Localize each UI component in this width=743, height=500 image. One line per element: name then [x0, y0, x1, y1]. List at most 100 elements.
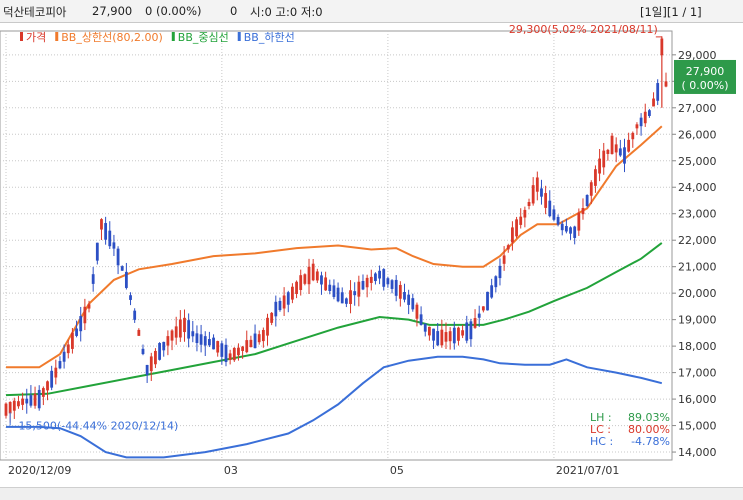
candle-body	[477, 313, 481, 318]
candle-body	[29, 395, 33, 406]
candle-body	[353, 291, 357, 296]
candle-body	[490, 285, 494, 298]
y-tick-label: 21,000	[678, 261, 717, 274]
candle-body	[274, 301, 278, 317]
candle-body	[46, 381, 49, 391]
candle-body	[286, 292, 290, 305]
candle-body	[203, 336, 207, 346]
candle-body	[112, 242, 116, 249]
candle-body	[494, 276, 498, 288]
candle-body	[328, 284, 332, 291]
candle-body	[465, 322, 469, 341]
candle-body	[100, 219, 103, 230]
last-price: 27,900	[686, 65, 725, 78]
stat-label: HC :	[590, 435, 613, 448]
x-tick-label: 2020/12/09	[8, 464, 71, 477]
candle-body	[531, 185, 535, 204]
candle-body	[585, 194, 589, 206]
volume: 0	[230, 4, 238, 18]
candle-body	[618, 148, 622, 156]
candle-body	[95, 242, 99, 261]
x-tick-label: 2021/07/01	[556, 464, 619, 477]
candle-body	[643, 111, 647, 124]
candle-body	[403, 291, 406, 300]
candle-body	[187, 320, 191, 339]
candle-body	[452, 327, 456, 344]
candle-body	[257, 334, 261, 343]
candle-body	[25, 398, 29, 404]
x-tick-label: 03	[224, 464, 238, 477]
candle-body	[282, 295, 286, 309]
legend-label: BB_중심선	[178, 31, 229, 44]
y-tick-label: 25,000	[678, 155, 717, 168]
candle-body	[349, 290, 352, 305]
candle-body	[415, 304, 419, 319]
candle-body	[535, 177, 539, 192]
candle-body	[411, 298, 415, 310]
candle-body	[216, 341, 220, 353]
stock-name: 덕산테코피아	[3, 5, 67, 19]
candle-body	[382, 269, 386, 287]
candle-body	[166, 336, 170, 346]
price-change: 0 (0.00%)	[145, 4, 202, 18]
candle-body	[324, 277, 328, 291]
candle-body	[174, 326, 178, 338]
candle-body	[295, 281, 298, 294]
candle-body	[71, 332, 74, 349]
candle-body	[178, 319, 182, 338]
candle-body	[502, 255, 506, 264]
y-tick-label: 27,000	[678, 102, 717, 115]
candle-body	[564, 225, 568, 232]
scroll-strip[interactable]	[0, 487, 743, 500]
candle-body	[469, 321, 473, 340]
candle-body	[560, 223, 564, 231]
candle-body	[544, 193, 548, 208]
legend-label: BB_하한선	[244, 30, 295, 44]
candle-body	[602, 150, 606, 168]
candle-body	[303, 274, 307, 284]
y-tick-label: 22,000	[678, 234, 717, 247]
candle-body	[444, 332, 448, 342]
candle-body	[365, 277, 369, 288]
legend-swatch	[20, 32, 23, 41]
period-selector[interactable]: [1일][1 / 1]	[640, 4, 702, 20]
candle-body	[635, 124, 639, 129]
candle-body	[224, 344, 228, 363]
candle-body	[232, 347, 236, 361]
low-annotation: 15,500(-44.44% 2020/12/14)	[18, 419, 178, 432]
candle-body	[506, 245, 510, 250]
candle-body	[307, 266, 311, 285]
y-tick-label: 15,000	[678, 420, 717, 433]
legend-swatch	[171, 32, 175, 41]
candle-body	[41, 388, 45, 397]
candle-body	[423, 323, 427, 332]
candle-body	[664, 81, 668, 87]
candle-body	[21, 398, 25, 405]
candle-body	[552, 209, 556, 220]
y-tick-label: 24,000	[678, 181, 717, 194]
candle-body	[407, 294, 411, 305]
candle-body	[427, 326, 431, 336]
candle-body	[245, 340, 249, 353]
candle-body	[12, 400, 16, 411]
candle-body	[4, 403, 8, 416]
candle-body	[311, 263, 315, 281]
candle-body	[344, 298, 348, 304]
candle-body	[66, 344, 70, 354]
candle-body	[241, 346, 245, 351]
candle-body	[141, 348, 145, 355]
candle-body	[369, 276, 373, 283]
candle-body	[610, 135, 614, 155]
candle-body	[79, 316, 83, 332]
candle-body	[58, 361, 62, 369]
candle-body	[390, 280, 394, 289]
candle-body	[548, 200, 552, 217]
candle-body	[137, 329, 141, 336]
candle-body	[299, 275, 303, 290]
candle-body	[498, 265, 502, 279]
candle-body	[315, 271, 319, 281]
candle-body	[162, 341, 166, 351]
candle-body	[606, 149, 610, 154]
candle-body	[378, 270, 381, 279]
candle-body	[170, 330, 174, 341]
